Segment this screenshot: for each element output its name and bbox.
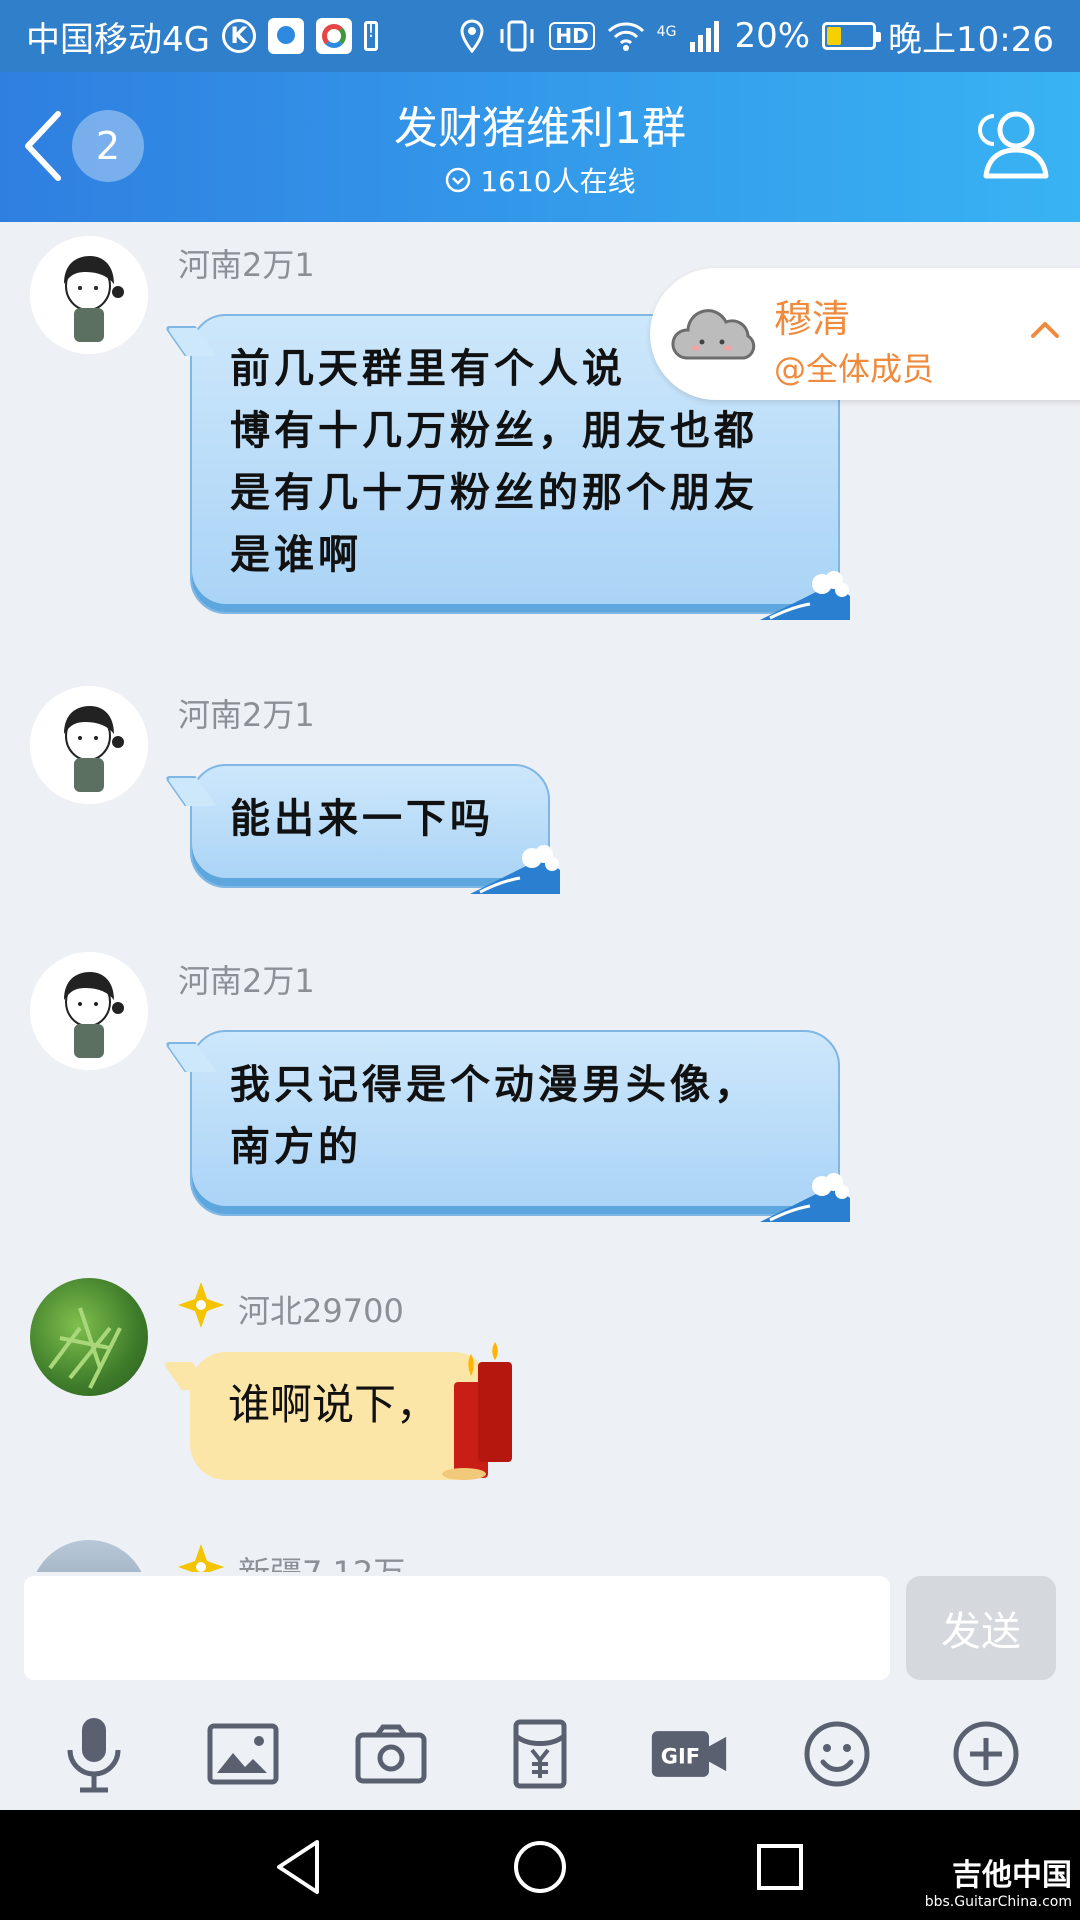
- signal-icon: [690, 21, 720, 52]
- people-icon: [978, 111, 1049, 179]
- status-left: 中国移动4G K: [26, 12, 378, 61]
- cartoon-avatar-icon: [30, 686, 148, 804]
- message-item: 河北29700 谁啊说下，: [0, 1278, 1080, 1498]
- message-input[interactable]: [24, 1576, 890, 1680]
- clock-text: 晚上10:26: [888, 19, 1054, 60]
- square-recents-icon: [757, 1844, 803, 1890]
- wifi-icon: [607, 22, 644, 51]
- avatar[interactable]: [30, 1278, 148, 1396]
- group-title[interactable]: 发财猪维利1群: [0, 92, 1080, 156]
- input-toolbar: GIF: [0, 1698, 1080, 1810]
- mention-notification[interactable]: 穆清 @全体成员: [650, 268, 1080, 400]
- image-button[interactable]: [203, 1714, 283, 1794]
- video-app-icon: [267, 18, 304, 54]
- message-item: 新疆7.12万: [0, 1540, 1080, 1572]
- gif-label: GIF: [660, 1745, 699, 1769]
- wave-decoration-icon: [760, 571, 850, 620]
- sender-name[interactable]: 河北29700: [238, 1286, 404, 1332]
- cartoon-avatar-icon: [30, 952, 148, 1070]
- battery-percent: 20%: [734, 16, 811, 56]
- sender-name[interactable]: 河南2万1: [178, 956, 315, 1002]
- circle-home-icon: [514, 1841, 566, 1893]
- message-text: 谁啊说下，: [228, 1380, 439, 1429]
- red-packet-button[interactable]: [500, 1714, 580, 1794]
- emoji-icon: [804, 1721, 870, 1787]
- message-line: 我只记得是个动漫男头像，: [230, 1061, 758, 1108]
- avatar[interactable]: [30, 952, 148, 1070]
- cloud-avatar-icon: [671, 309, 756, 360]
- wave-decoration-icon: [470, 845, 560, 894]
- nav-home-button[interactable]: [505, 1832, 575, 1902]
- sender-name[interactable]: 河南2万1: [178, 690, 315, 736]
- nav-back-button[interactable]: [265, 1832, 335, 1902]
- red-packet-icon: [513, 1719, 567, 1789]
- chevron-up-icon[interactable]: [1030, 318, 1060, 340]
- cartoon-avatar-icon: [30, 236, 148, 354]
- message-input-row: 发送: [0, 1572, 1080, 1698]
- avatar[interactable]: [30, 686, 148, 804]
- mention-text: @全体成员: [774, 350, 935, 388]
- gif-icon: GIF: [651, 1731, 726, 1777]
- sparkle-star-icon: [178, 1544, 224, 1572]
- carrier-text: 中国移动4G: [26, 19, 210, 60]
- battery-icon: [822, 22, 882, 50]
- message-bubble[interactable]: 我只记得是个动漫男头像， 南方的: [190, 1030, 850, 1222]
- camera-icon: [355, 1724, 427, 1784]
- plus-icon: [953, 1721, 1019, 1787]
- status-bar: 中国移动4G K HD 4G 20% 晚上10:26: [0, 0, 1080, 72]
- message-bubble[interactable]: 谁啊说下，: [190, 1342, 512, 1480]
- watermark: 吉他中国 bbs.GuitarChina.com: [925, 1850, 1072, 1910]
- message-line: 是谁啊: [230, 531, 362, 578]
- voice-button[interactable]: [54, 1714, 134, 1794]
- sender-name[interactable]: 新疆7.12万: [238, 1548, 405, 1572]
- message-item: 河南2万1 我只记得是个动漫男头像， 南方的: [0, 952, 1080, 1232]
- message-bubble[interactable]: 能出来一下吗: [190, 764, 560, 894]
- watermark-site: bbs.GuitarChina.com: [924, 1894, 1072, 1910]
- system-nav-bar: 吉他中国 bbs.GuitarChina.com: [0, 1810, 1080, 1920]
- chat-header: 2 发财猪维利1群 1610人在线: [0, 72, 1080, 222]
- message-item: 河南2万1 能出来一下吗: [0, 686, 1080, 906]
- more-button[interactable]: [946, 1714, 1026, 1794]
- alert-icon: [363, 21, 378, 51]
- camera-button[interactable]: [351, 1714, 431, 1794]
- plant-avatar-icon: [48, 1307, 122, 1389]
- vibrate-icon: [500, 20, 534, 52]
- wave-decoration-icon: [760, 1173, 850, 1222]
- microphone-icon: [67, 1718, 121, 1793]
- watermark-brand: 吉他中国: [952, 1858, 1072, 1893]
- candle-decoration-icon: [442, 1342, 512, 1480]
- sparkle-star-icon: [178, 1282, 224, 1328]
- online-status: 1610人在线: [0, 160, 1080, 200]
- network-type: 4G: [656, 23, 677, 40]
- chevron-circle-down-icon: [446, 167, 471, 193]
- browser-app-icon: [315, 18, 352, 54]
- location-icon: [460, 19, 484, 53]
- k-icon: K: [221, 19, 256, 53]
- send-button[interactable]: 发送: [906, 1576, 1056, 1680]
- gif-button[interactable]: GIF: [649, 1714, 729, 1794]
- message-line: 博有十几万粉丝，朋友也都: [230, 407, 758, 454]
- image-icon: [207, 1723, 279, 1785]
- message-line: 南方的: [230, 1123, 362, 1170]
- triangle-back-icon: [277, 1840, 319, 1894]
- avatar[interactable]: [30, 236, 148, 354]
- message-line: 是有几十万粉丝的那个朋友: [230, 469, 758, 516]
- mention-sender: 穆清: [774, 297, 851, 341]
- status-right: HD 4G 20% 晚上10:26: [459, 12, 1054, 61]
- sender-name[interactable]: 河南2万1: [178, 240, 315, 286]
- emoji-button[interactable]: [797, 1714, 877, 1794]
- hd-icon: HD: [549, 22, 595, 50]
- group-members-button[interactable]: [972, 102, 1056, 186]
- chat-message-list[interactable]: 河南2万1 前几天群里有个人说 博有十几万粉丝，朋友也都 是有几十万粉丝的那个朋…: [0, 222, 1080, 1572]
- online-count: 1610人在线: [480, 165, 636, 198]
- nav-recents-button[interactable]: [745, 1832, 815, 1902]
- avatar[interactable]: [30, 1540, 148, 1572]
